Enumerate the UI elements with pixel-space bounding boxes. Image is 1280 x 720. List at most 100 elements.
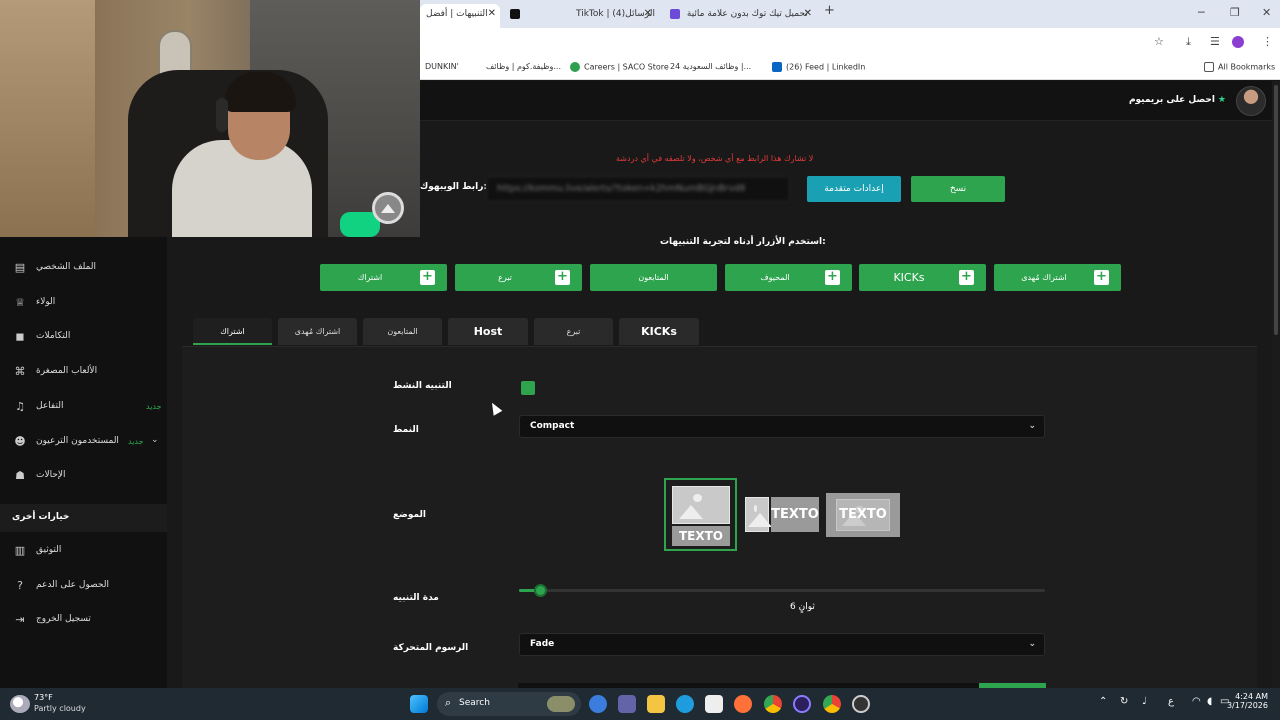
obs-icon[interactable] <box>793 695 811 713</box>
webcam-background-door <box>0 0 95 237</box>
page-scrollbar[interactable] <box>1272 81 1280 688</box>
bookmark-item[interactable]: وظائف السعودية 24 |... <box>670 62 751 71</box>
animation-label: الرسوم المتحركة <box>393 643 469 653</box>
teams-icon[interactable] <box>618 695 636 713</box>
browser-tab-tiktok-icon[interactable] <box>504 4 528 28</box>
tab-gifted-sub[interactable]: اشتراك مُهدى <box>278 318 357 345</box>
close-tab-icon[interactable]: ✕ <box>488 4 496 24</box>
close-window-icon[interactable]: ✕ <box>1262 6 1271 19</box>
sidebar-item-referrals[interactable]: ☗ الإحالات <box>0 462 167 492</box>
tab-kicks[interactable]: KICKs <box>619 318 699 345</box>
animation-select[interactable]: Fade ⌄ <box>519 633 1045 656</box>
style-select-value: Compact <box>530 421 575 431</box>
user-avatar[interactable] <box>1236 86 1266 116</box>
app-icon[interactable] <box>852 695 870 713</box>
test-followers-button[interactable]: المتابعون <box>590 264 717 291</box>
bookmark-star-icon[interactable]: ☆ <box>1154 35 1164 48</box>
address-bar: ☆ ⤓ ☰ ⋮ <box>420 28 1280 56</box>
plus-icon: + <box>959 270 974 285</box>
test-button-label: اشتراك مُهدى <box>1021 273 1067 282</box>
duration-slider[interactable] <box>519 584 1045 597</box>
file-explorer-icon[interactable] <box>647 695 665 713</box>
test-gifted-sub-button[interactable]: اشتراك مُهدى + <box>994 264 1121 291</box>
style-select[interactable]: Compact ⌄ <box>519 415 1045 438</box>
sidebar-item-sub-users[interactable]: ☻ المستخدمون الترعيون جديد ⌄ <box>0 428 167 458</box>
store-icon[interactable] <box>705 695 723 713</box>
help-icon: ? <box>17 579 23 592</box>
style-label: النمط <box>393 425 419 435</box>
advanced-settings-button[interactable]: إعدادات متقدمة <box>807 176 901 202</box>
new-tab-button[interactable]: + <box>824 3 835 18</box>
windows-start-icon[interactable] <box>410 695 428 713</box>
logout-icon: ⇥ <box>15 613 25 626</box>
taskbar-clock[interactable]: 4:24 AM 3/17/2026 <box>1196 692 1268 710</box>
sidebar-item-docs[interactable]: ▥ التوثيق <box>0 537 167 567</box>
chrome-icon[interactable] <box>764 695 782 713</box>
scrollbar-thumb[interactable] <box>1274 85 1278 335</box>
browser-tab-tiktok-download[interactable]: تحميل تيك توك بدون علامة مائية ✕ <box>664 4 816 28</box>
tab-subscription[interactable]: اشتراك <box>193 318 272 345</box>
bookmark-label: All Bookmarks <box>1218 62 1276 72</box>
tray-chevron-icon[interactable]: ⌃ <box>1099 696 1107 707</box>
test-button-label: المتابعون <box>638 273 669 282</box>
keyboard-language-icon[interactable]: ع <box>1168 696 1174 707</box>
weather-desc: Partly cloudy <box>34 704 86 713</box>
bookmark-item[interactable]: وظيفة.كوم | وظائف... <box>486 62 561 71</box>
extensions-icon[interactable]: ☰ <box>1210 35 1220 48</box>
browser-tab-tiktok-messages[interactable]: TikTok | الرسائل(4) ✕ <box>570 4 656 28</box>
sidebar-item-integrations[interactable]: ◼ التكاملات <box>0 323 167 353</box>
sidebar-item-logout[interactable]: ⇥ تسجيل الخروج <box>0 606 167 636</box>
taskbar-search[interactable]: ⌕ Search <box>437 692 581 716</box>
copy-button[interactable]: نسخ <box>911 176 1005 202</box>
test-kicks-button[interactable]: KICKs + <box>859 264 986 291</box>
new-badge: جديد <box>146 402 162 411</box>
book-icon: ▥ <box>14 544 26 557</box>
minimize-icon[interactable]: ─ <box>1198 6 1205 19</box>
sidebar-item-interaction[interactable]: ♫ التفاعل جديد <box>0 393 167 423</box>
sync-icon[interactable]: ↻ <box>1120 696 1128 707</box>
test-button-label: المحيوف <box>760 273 790 282</box>
position-option-left[interactable]: TEXTO <box>745 497 819 532</box>
tab-donation[interactable]: تبرع <box>534 318 613 345</box>
copilot-icon[interactable] <box>589 695 607 713</box>
plus-icon: + <box>555 270 570 285</box>
chrome-active-icon[interactable] <box>823 695 841 713</box>
profile-icon[interactable] <box>1232 36 1244 48</box>
bookmark-item[interactable]: Careers | SACO Store <box>570 62 669 72</box>
sidebar-item-label: تسجيل الخروج <box>36 614 91 624</box>
microphone-icon[interactable]: ♩ <box>1142 696 1147 707</box>
position-option-text: TEXTO <box>771 497 819 532</box>
maximize-icon[interactable]: ❐ <box>1230 6 1240 19</box>
enabled-toggle[interactable] <box>521 381 535 395</box>
tab-followers[interactable]: المتابعون <box>363 318 442 345</box>
sidebar-item-profile[interactable]: ▤ الملف الشخصي <box>0 254 167 284</box>
browser-tab-alerts[interactable]: التنبيهات | أفضل ✕ <box>420 4 500 28</box>
test-subscription-button[interactable]: اشتراك + <box>320 264 447 291</box>
clock-date: 3/17/2026 <box>1226 701 1268 710</box>
chevron-down-icon: ⌄ <box>1028 421 1036 431</box>
tab-host[interactable]: Host <box>448 318 528 345</box>
close-tab-icon[interactable]: ✕ <box>804 4 812 24</box>
sidebar-item-minigames[interactable]: ⌘ الألعاب المصغرة <box>0 358 167 388</box>
close-tab-icon[interactable]: ✕ <box>644 4 652 24</box>
duration-slider-thumb[interactable] <box>534 584 547 597</box>
get-premium-link[interactable]: احصل على بريميوم ★ <box>1129 95 1226 105</box>
clock-time: 4:24 AM <box>1235 692 1268 701</box>
test-donation-button[interactable]: تبرع + <box>455 264 582 291</box>
position-option-top[interactable]: TEXTO <box>664 478 737 551</box>
more-menu-icon[interactable]: ⋮ <box>1262 35 1273 48</box>
firefox-icon[interactable] <box>734 695 752 713</box>
download-icon[interactable]: ⤓ <box>1186 35 1191 49</box>
all-bookmarks[interactable]: All Bookmarks <box>1204 62 1275 72</box>
position-option-overlay[interactable]: TEXTO <box>826 493 900 537</box>
webhook-url-field[interactable]: https://kommu.live/alerts/?token=k2hmNum… <box>486 176 790 202</box>
bookmark-item[interactable]: (26) Feed | LinkedIn <box>772 62 865 72</box>
duration-label: مدة التنبيه <box>393 593 439 603</box>
bookmark-item[interactable]: DUNKIN' <box>425 62 459 71</box>
sidebar-item-label: التوثيق <box>36 545 62 555</box>
test-host-button[interactable]: المحيوف + <box>725 264 852 291</box>
sidebar-item-loyalty[interactable]: ♕ الولاء <box>0 289 167 319</box>
sidebar-item-support[interactable]: ? الحصول على الدعم <box>0 572 167 602</box>
user-group-icon: ☗ <box>15 469 25 482</box>
edge-icon[interactable] <box>676 695 694 713</box>
